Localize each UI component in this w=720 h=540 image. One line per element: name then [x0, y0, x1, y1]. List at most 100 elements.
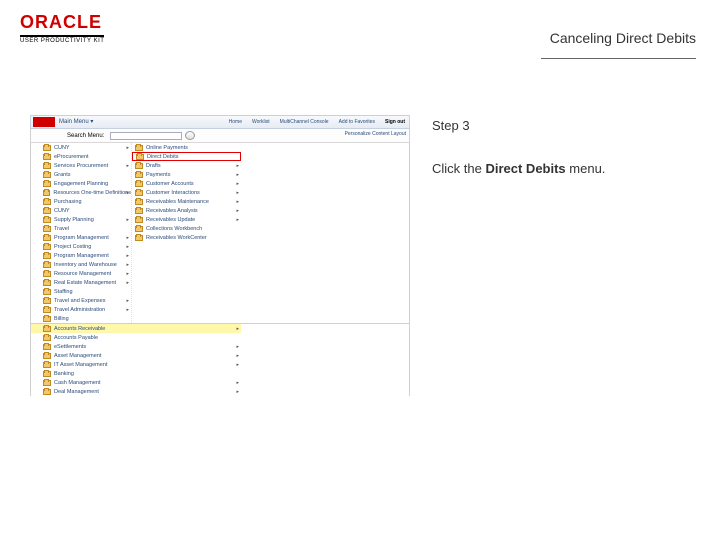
folder-icon — [135, 235, 143, 241]
submenu-arrow-icon: ▸ — [236, 163, 239, 169]
menu-item[interactable]: Purchasing — [31, 197, 131, 206]
search-go-button[interactable] — [185, 131, 195, 140]
toolbar-multichannel[interactable]: MultiChannel Console — [280, 119, 329, 125]
menu-item-label: Engagement Planning — [54, 181, 108, 187]
submenu-arrow-icon: ▸ — [236, 380, 239, 386]
toolbar-worklist[interactable]: Worklist — [252, 119, 270, 125]
menu-item[interactable]: Grants — [31, 170, 131, 179]
folder-icon — [135, 163, 143, 169]
logo-subtitle: USER PRODUCTIVITY KIT — [20, 35, 104, 44]
menu-item[interactable]: Accounts Receivable▸ — [31, 324, 241, 333]
folder-icon — [43, 163, 51, 169]
menu-item-label: Program Management — [54, 235, 109, 241]
menu-item[interactable]: Inventory and Warehouse▸ — [31, 260, 131, 269]
menu-item[interactable]: Drafts ▸ — [132, 161, 241, 170]
menu-item[interactable]: Receivables WorkCenter — [132, 233, 241, 242]
menu-item-label: Resources One-time Definitions — [53, 190, 131, 196]
menu-item[interactable]: Online Payments — [132, 143, 241, 152]
menu-item[interactable]: Collections Workbench — [132, 224, 241, 233]
submenu-arrow-icon: ▸ — [236, 362, 239, 368]
menu-item[interactable]: eProcurement — [31, 152, 131, 161]
menu-item[interactable]: Travel Administration▸ — [31, 305, 131, 314]
menu-item[interactable]: Services Procurement▸ — [31, 161, 131, 170]
menu-item-label: Travel and Expenses — [54, 298, 105, 304]
folder-icon — [43, 316, 51, 322]
menu-item-label: Receivables Maintenance — [146, 199, 209, 205]
menu-item-label: IT Asset Management — [54, 362, 107, 368]
menu-item[interactable]: Travel and Expenses ▸ — [31, 296, 131, 305]
menu-item[interactable]: Staffing — [31, 287, 131, 296]
menu-item[interactable]: IT Asset Management ▸ — [31, 360, 241, 369]
menu-item[interactable]: Customer Interactions▸ — [132, 188, 241, 197]
folder-icon — [135, 226, 143, 232]
menu-item-label: Drafts — [146, 163, 161, 169]
menu-item[interactable]: Payments▸ — [132, 170, 241, 179]
folder-icon — [136, 154, 144, 160]
menu-item-label: Accounts Payable — [54, 335, 98, 341]
menu-item-label: Accounts Receivable — [54, 326, 105, 332]
submenu-arrow-icon: ▸ — [126, 235, 129, 241]
menu-item[interactable]: Billing — [31, 314, 131, 323]
submenu-arrow-icon: ▸ — [126, 145, 129, 151]
folder-icon — [43, 226, 51, 232]
menu-item-label: eSettlements — [54, 344, 86, 350]
folder-icon — [43, 380, 51, 386]
menu-item[interactable]: Real Estate Management▸ — [31, 278, 131, 287]
menu-item[interactable]: Receivables Analysis▸ — [132, 206, 241, 215]
menu-item[interactable]: Direct Debits — [132, 152, 241, 161]
menu-item[interactable]: Deal Management▸ — [31, 387, 241, 396]
menu-column-1: CUNY ▸ eProcurementServices Procurement▸Gr… — [31, 143, 131, 323]
menu-item[interactable]: Supply Planning▸ — [31, 215, 131, 224]
toolbar-signout[interactable]: Sign out — [385, 119, 405, 125]
submenu-arrow-icon: ▸ — [126, 163, 129, 169]
menu-item[interactable]: Receivables Maintenance▸ — [132, 197, 241, 206]
menu-item-label: Receivables WorkCenter — [146, 235, 207, 241]
submenu-arrow-icon: ▸ — [126, 298, 129, 304]
menu-item[interactable]: Program Management ▸ — [31, 251, 131, 260]
folder-icon — [43, 326, 51, 332]
folder-icon — [135, 145, 143, 151]
menu-item[interactable]: Accounts Payable — [31, 333, 241, 342]
main-menu-dropdown[interactable]: Main Menu ▾ — [59, 118, 93, 125]
menu-item[interactable]: Program Management ▸ — [31, 233, 131, 242]
menu-item[interactable]: Customer Accounts▸ — [132, 179, 241, 188]
instruction-panel: Step 3 Click the Direct Debits menu. — [432, 118, 692, 176]
menu-item-label: Receivables Update — [146, 217, 195, 223]
menu-item[interactable]: Project Costing▸ — [31, 242, 131, 251]
menu-item-label: Billing — [54, 316, 69, 322]
search-input[interactable] — [110, 132, 182, 140]
submenu-arrow-icon: ▸ — [126, 253, 129, 259]
folder-icon — [43, 298, 51, 304]
menu-item[interactable]: Cash Management▸ — [31, 378, 241, 387]
menu-item[interactable]: Engagement Planning — [31, 179, 131, 188]
menu-item-label: Deal Management — [54, 389, 99, 395]
menu-item-label: Real Estate Management — [54, 280, 116, 286]
personalize-link[interactable]: Personalize Content Layout — [345, 131, 406, 137]
menu-item[interactable]: Asset Management▸ — [31, 351, 241, 360]
submenu-arrow-icon: ▸ — [126, 244, 129, 250]
menu-item[interactable]: Receivables Update▸ — [132, 215, 241, 224]
menu-item[interactable]: Travel — [31, 224, 131, 233]
menu-item[interactable]: CUNY — [31, 206, 131, 215]
submenu-arrow-icon: ▸ — [126, 190, 129, 196]
toolbar-home[interactable]: Home — [229, 119, 242, 125]
toolbar-favorites[interactable]: Add to Favorites — [339, 119, 375, 125]
menu-item-label: Supply Planning — [54, 217, 94, 223]
submenu-arrow-icon: ▸ — [236, 208, 239, 214]
folder-icon — [43, 307, 51, 313]
menu-item[interactable]: Resource Management▸ — [31, 269, 131, 278]
menu-item-label: Asset Management — [54, 353, 101, 359]
menu-item[interactable]: Banking — [31, 369, 241, 378]
folder-icon — [43, 289, 51, 295]
menu-item-label: eProcurement — [54, 154, 89, 160]
menu-item-label: Customer Interactions — [146, 190, 200, 196]
folder-icon — [43, 344, 51, 350]
menu-item[interactable]: eSettlements▸ — [31, 342, 241, 351]
step-number: Step 3 — [432, 118, 692, 133]
menu-item-label: CUNY — [54, 145, 70, 151]
menu-item[interactable]: CUNY ▸ — [31, 143, 131, 152]
menu-item-label: Online Payments — [146, 145, 188, 151]
menu-item[interactable]: Resources One-time Definitions▸ — [31, 188, 131, 197]
toolbar-links: Home Worklist MultiChannel Console Add t… — [229, 116, 405, 128]
menu-item-label: Program Management — [54, 253, 109, 259]
